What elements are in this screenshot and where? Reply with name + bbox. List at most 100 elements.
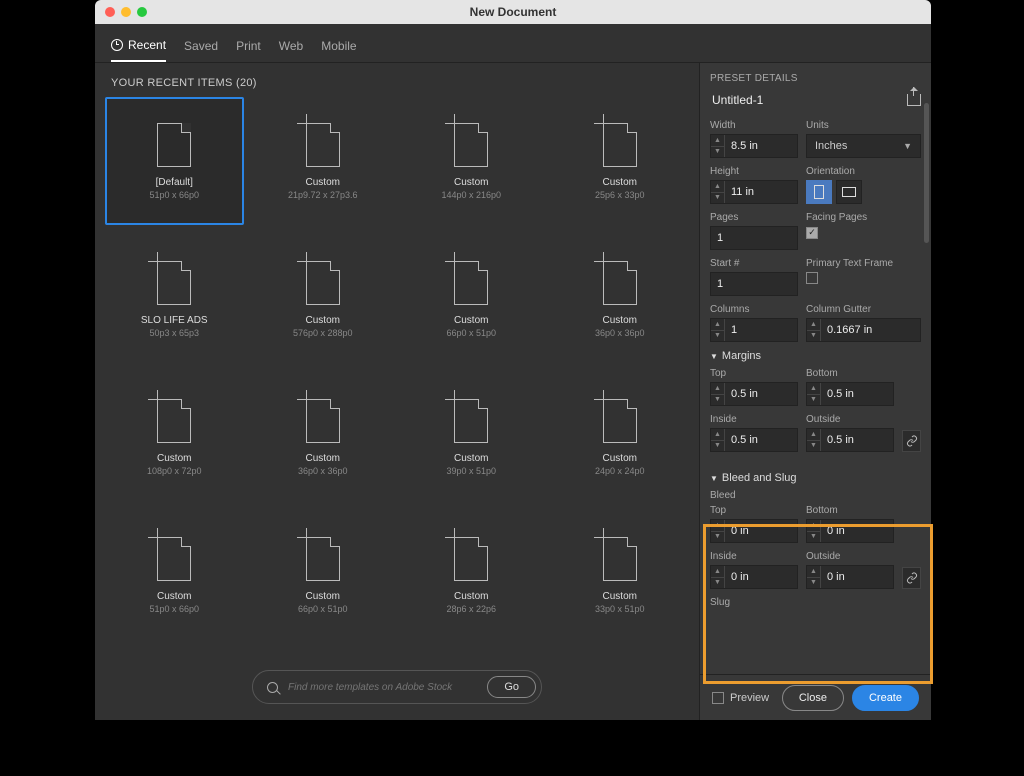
preset-dimensions: 21p9.72 x 27p3.6 xyxy=(288,190,358,200)
preset-card[interactable]: Custom33p0 x 51p0 xyxy=(551,511,690,639)
columns-input[interactable]: ▲▼1 xyxy=(710,318,798,342)
preset-card[interactable]: Custom 21p9.72 x 27p3.6 xyxy=(254,97,393,225)
primary-text-frame-checkbox[interactable] xyxy=(806,272,818,284)
preset-name: Custom xyxy=(454,591,488,602)
units-select[interactable]: Inches▼ xyxy=(806,134,921,158)
bleed-slug-accordion[interactable]: ▼Bleed and Slug xyxy=(710,472,921,484)
chevron-down-icon: ▼ xyxy=(710,352,718,361)
document-icon xyxy=(603,399,637,443)
preview-label: Preview xyxy=(730,692,769,704)
create-button[interactable]: Create xyxy=(852,685,919,711)
document-icon xyxy=(454,261,488,305)
document-icon xyxy=(157,261,191,305)
preset-card[interactable]: Custom51p0 x 66p0 xyxy=(105,511,244,639)
export-preset-icon[interactable] xyxy=(907,94,921,106)
preset-dimensions: 36p0 x 36p0 xyxy=(595,328,645,338)
stock-search-input[interactable] xyxy=(288,682,477,693)
preset-card[interactable]: Custom144p0 x 216p0 xyxy=(402,97,541,225)
bleed-outside-input[interactable]: ▲▼0 in xyxy=(806,565,894,589)
stock-go-button[interactable]: Go xyxy=(487,676,536,698)
scrollbar[interactable] xyxy=(924,103,929,243)
link-bleed-icon[interactable] xyxy=(902,567,921,589)
preset-name: Custom xyxy=(454,315,488,326)
chevron-down-icon: ▼ xyxy=(710,474,718,483)
preset-card[interactable]: Custom24p0 x 24p0 xyxy=(551,373,690,501)
document-icon xyxy=(454,537,488,581)
facing-pages-checkbox[interactable]: ✓ xyxy=(806,227,818,239)
preset-dimensions: 39p0 x 51p0 xyxy=(446,466,496,476)
document-icon xyxy=(454,399,488,443)
margin-bottom-input[interactable]: ▲▼0.5 in xyxy=(806,382,894,406)
bleed-top-input[interactable]: ▲▼0 in xyxy=(710,519,798,543)
gutter-input[interactable]: ▲▼0.1667 in xyxy=(806,318,921,342)
new-document-window: New Document Recent Saved Print Web Mobi… xyxy=(95,0,931,720)
preset-name: [Default] xyxy=(156,177,193,188)
preset-card[interactable]: Custom39p0 x 51p0 xyxy=(402,373,541,501)
step-down-icon: ▼ xyxy=(711,147,724,158)
document-icon xyxy=(157,123,191,167)
preset-card[interactable]: Custom25p6 x 33p0 xyxy=(551,97,690,225)
recent-heading: YOUR RECENT ITEMS (20) xyxy=(95,63,699,97)
tab-label: Saved xyxy=(184,39,218,53)
preset-card[interactable]: Custom576p0 x 288p0 xyxy=(254,235,393,363)
document-icon xyxy=(603,123,637,167)
preset-card[interactable]: Custom108p0 x 72p0 xyxy=(105,373,244,501)
step-up-icon: ▲ xyxy=(711,135,724,147)
document-icon xyxy=(157,537,191,581)
preset-name: Custom xyxy=(306,177,340,188)
document-icon xyxy=(603,261,637,305)
margin-outside-input[interactable]: ▲▼0.5 in xyxy=(806,428,894,452)
document-icon xyxy=(454,123,488,167)
preset-name: Custom xyxy=(603,315,637,326)
pages-label: Pages xyxy=(710,212,798,223)
preset-details-heading: PRESET DETAILS xyxy=(710,73,921,84)
close-button[interactable]: Close xyxy=(782,685,844,711)
margin-top-input[interactable]: ▲▼0.5 in xyxy=(710,382,798,406)
close-window-icon[interactable] xyxy=(105,7,115,17)
tab-print[interactable]: Print xyxy=(236,34,261,62)
link-margins-icon[interactable] xyxy=(902,430,921,452)
preset-dimensions: 36p0 x 36p0 xyxy=(298,466,348,476)
width-input[interactable]: ▲▼ 8.5 in xyxy=(710,134,798,158)
document-icon xyxy=(603,537,637,581)
preset-card[interactable]: SLO LIFE ADS50p3 x 65p3 xyxy=(105,235,244,363)
preset-card[interactable]: Custom 36p0 x 36p0 xyxy=(254,373,393,501)
pages-input[interactable]: 1 xyxy=(710,226,798,250)
preset-name-input[interactable]: Untitled-1 xyxy=(710,90,765,110)
tab-saved[interactable]: Saved xyxy=(184,34,218,62)
preset-name: Custom xyxy=(306,453,340,464)
preset-dimensions: 66p0 x 51p0 xyxy=(446,328,496,338)
bleed-bottom-input[interactable]: ▲▼0 in xyxy=(806,519,894,543)
preset-name: Custom xyxy=(157,591,191,602)
units-label: Units xyxy=(806,120,921,131)
height-label: Height xyxy=(710,166,798,177)
preview-checkbox[interactable] xyxy=(712,692,724,704)
preset-card[interactable]: Custom28p6 x 22p6 xyxy=(402,511,541,639)
preset-dimensions: 576p0 x 288p0 xyxy=(293,328,353,338)
preset-name: Custom xyxy=(157,453,191,464)
bleed-inside-input[interactable]: ▲▼0 in xyxy=(710,565,798,589)
clock-icon xyxy=(111,39,123,51)
tab-web[interactable]: Web xyxy=(279,34,303,62)
zoom-window-icon[interactable] xyxy=(137,7,147,17)
orientation-landscape[interactable] xyxy=(836,180,862,204)
facing-pages-label: Facing Pages xyxy=(806,212,921,223)
tab-mobile[interactable]: Mobile xyxy=(321,34,356,62)
preset-card[interactable]: Custom 66p0 x 51p0 xyxy=(402,235,541,363)
preset-name: SLO LIFE ADS xyxy=(141,315,208,326)
orientation-portrait[interactable] xyxy=(806,180,832,204)
preset-card[interactable]: Custom 36p0 x 36p0 xyxy=(551,235,690,363)
minimize-window-icon[interactable] xyxy=(121,7,131,17)
height-input[interactable]: ▲▼ 11 in xyxy=(710,180,798,204)
margin-inside-input[interactable]: ▲▼0.5 in xyxy=(710,428,798,452)
margins-accordion[interactable]: ▼Margins xyxy=(710,350,921,362)
tab-recent[interactable]: Recent xyxy=(111,34,166,62)
bleed-label: Bleed xyxy=(710,490,921,501)
start-number-input[interactable]: 1 xyxy=(710,272,798,296)
preset-card[interactable]: [Default]51p0 x 66p0 xyxy=(105,97,244,225)
preset-name: Custom xyxy=(603,591,637,602)
columns-label: Columns xyxy=(710,304,798,315)
preset-card[interactable]: Custom66p0 x 51p0 xyxy=(254,511,393,639)
preset-dimensions: 66p0 x 51p0 xyxy=(298,604,348,614)
primary-text-frame-label: Primary Text Frame xyxy=(806,258,921,269)
